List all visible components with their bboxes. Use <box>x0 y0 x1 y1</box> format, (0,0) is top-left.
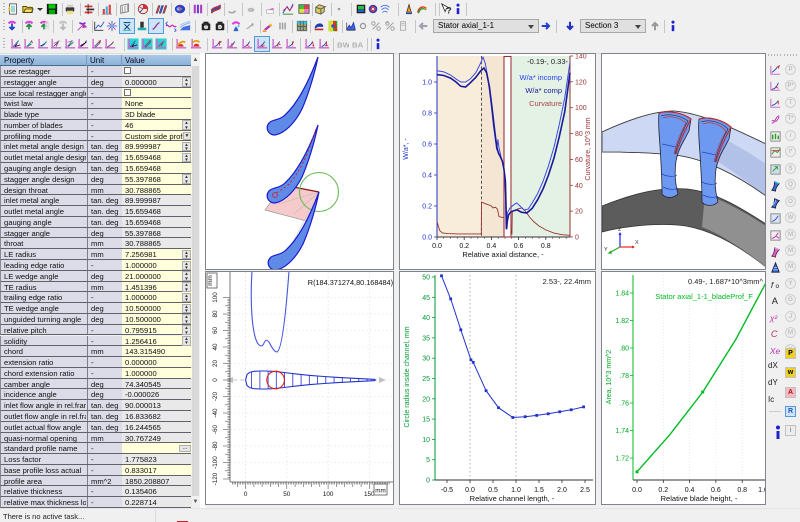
svg-text:-0.5: -0.5 <box>441 487 453 494</box>
svg-text:140: 140 <box>575 54 587 61</box>
svg-text:0.4: 0.4 <box>422 173 432 180</box>
svg-text:A: A <box>772 297 779 307</box>
svg-text:0.6: 0.6 <box>514 243 524 250</box>
svg-text:Relative blade height, -: Relative blade height, - <box>661 494 738 503</box>
svg-text:W/a*, -: W/a*, - <box>403 138 410 160</box>
svg-text:BW: BW <box>337 40 349 49</box>
svg-text:2.5: 2.5 <box>580 487 590 494</box>
svg-text:10: 10 <box>422 437 430 444</box>
svg-text:50: 50 <box>283 491 291 498</box>
svg-text:mm: mm <box>207 275 214 286</box>
svg-text:.76: .76 <box>619 401 629 408</box>
svg-text:0: 0 <box>244 491 248 498</box>
svg-text:0.2: 0.2 <box>658 487 668 494</box>
svg-text:100: 100 <box>212 292 219 303</box>
svg-text:25: 25 <box>422 376 430 383</box>
svg-text:80: 80 <box>212 310 219 318</box>
svg-text:Y: Y <box>604 247 608 253</box>
svg-text:0.0: 0.0 <box>632 487 642 494</box>
svg-text:-120: -120 <box>212 472 219 485</box>
svg-text:1.5: 1.5 <box>534 487 544 494</box>
svg-text:-20: -20 <box>212 391 219 401</box>
svg-text:D: D <box>218 25 222 31</box>
svg-text:0.5: 0.5 <box>488 487 498 494</box>
svg-text:0.6: 0.6 <box>422 142 432 149</box>
svg-text:0.0: 0.0 <box>465 487 475 494</box>
svg-text:.78: .78 <box>619 373 629 380</box>
svg-text:15: 15 <box>422 417 430 424</box>
svg-text:mm: mm <box>375 488 386 495</box>
svg-text:80: 80 <box>575 131 583 138</box>
svg-text:1.82: 1.82 <box>615 318 629 325</box>
svg-text:-60: -60 <box>212 424 219 434</box>
svg-text:0.49-, 1.687*10^3mm^: 0.49-, 1.687*10^3mm^ <box>688 277 763 286</box>
svg-text:.80: .80 <box>619 346 629 353</box>
svg-text:Area, 10^3 mm^2: Area, 10^3 mm^2 <box>606 350 613 405</box>
svg-text:BA: BA <box>352 40 364 49</box>
svg-text:1.0: 1.0 <box>511 487 521 494</box>
svg-text:1.72: 1.72 <box>615 456 629 463</box>
svg-text:Stator axial_1-1_bladeProf_F: Stator axial_1-1_bladeProf_F <box>655 292 753 301</box>
svg-text:0.8: 0.8 <box>737 487 747 494</box>
svg-text:1.74: 1.74 <box>615 428 629 435</box>
svg-text:0: 0 <box>212 378 219 382</box>
svg-text:-40: -40 <box>212 408 219 418</box>
svg-text:1.0: 1.0 <box>758 487 765 494</box>
svg-text:2.0: 2.0 <box>557 487 567 494</box>
svg-text:w: w <box>203 25 208 31</box>
svg-text:35: 35 <box>422 335 430 342</box>
svg-text:20: 20 <box>212 360 219 368</box>
svg-text:40: 40 <box>212 343 219 351</box>
svg-text:-0.19-, 0.33-: -0.19-, 0.33- <box>527 57 568 66</box>
svg-text:Relative axial distance, -: Relative axial distance, - <box>462 250 544 259</box>
svg-text:50: 50 <box>422 275 430 282</box>
svg-text:0.8: 0.8 <box>422 111 432 118</box>
svg-text:0.4: 0.4 <box>685 487 695 494</box>
svg-text:0.8: 0.8 <box>541 243 551 250</box>
svg-text:45: 45 <box>422 295 430 302</box>
svg-text:40: 40 <box>422 315 430 322</box>
svg-text:C: C <box>771 329 778 339</box>
svg-text:0.4: 0.4 <box>487 243 497 250</box>
svg-text:0.2: 0.2 <box>459 243 469 250</box>
svg-text:0.0: 0.0 <box>432 243 442 250</box>
svg-text:0: 0 <box>575 235 579 242</box>
svg-text:60: 60 <box>575 157 583 164</box>
svg-text:χ²: χ² <box>769 313 778 323</box>
svg-text:40: 40 <box>575 183 583 190</box>
svg-text:W/a* incomp: W/a* incomp <box>519 73 562 82</box>
svg-text:0.0: 0.0 <box>422 235 432 242</box>
svg-text:60: 60 <box>212 327 219 335</box>
svg-text:20: 20 <box>422 396 430 403</box>
svg-text:-100: -100 <box>212 456 219 469</box>
svg-text:100: 100 <box>323 491 334 498</box>
svg-text:X: X <box>635 240 639 246</box>
svg-text:120: 120 <box>575 79 587 86</box>
svg-text:Curvature: Curvature <box>529 99 562 108</box>
svg-text:2.53-, 22.4mm: 2.53-, 22.4mm <box>543 277 591 286</box>
svg-text:5: 5 <box>426 457 430 464</box>
svg-text:f: f <box>771 280 775 290</box>
svg-text:Circle radius inside channel,: Circle radius inside channel, mm <box>404 326 411 427</box>
svg-text:0.6: 0.6 <box>711 487 721 494</box>
svg-text:0.2: 0.2 <box>422 204 432 211</box>
svg-text:R(184.371274,80.168484): R(184.371274,80.168484) <box>308 278 393 287</box>
svg-text:-80: -80 <box>212 441 219 451</box>
svg-text:1.84: 1.84 <box>615 291 629 298</box>
svg-text:Relative channel length, -: Relative channel length, - <box>470 494 555 503</box>
svg-text:Xe: Xe <box>769 346 780 356</box>
svg-text:100: 100 <box>575 105 587 112</box>
svg-text:o: o <box>776 283 780 290</box>
svg-text:150: 150 <box>364 491 375 498</box>
svg-text:0: 0 <box>426 478 430 485</box>
svg-text:20: 20 <box>575 209 583 216</box>
svg-text:W/a* comp: W/a* comp <box>525 86 562 95</box>
svg-text:Curvature, 10^3 mm: Curvature, 10^3 mm <box>585 117 592 180</box>
svg-text:30: 30 <box>422 356 430 363</box>
svg-text:1.0: 1.0 <box>422 80 432 87</box>
